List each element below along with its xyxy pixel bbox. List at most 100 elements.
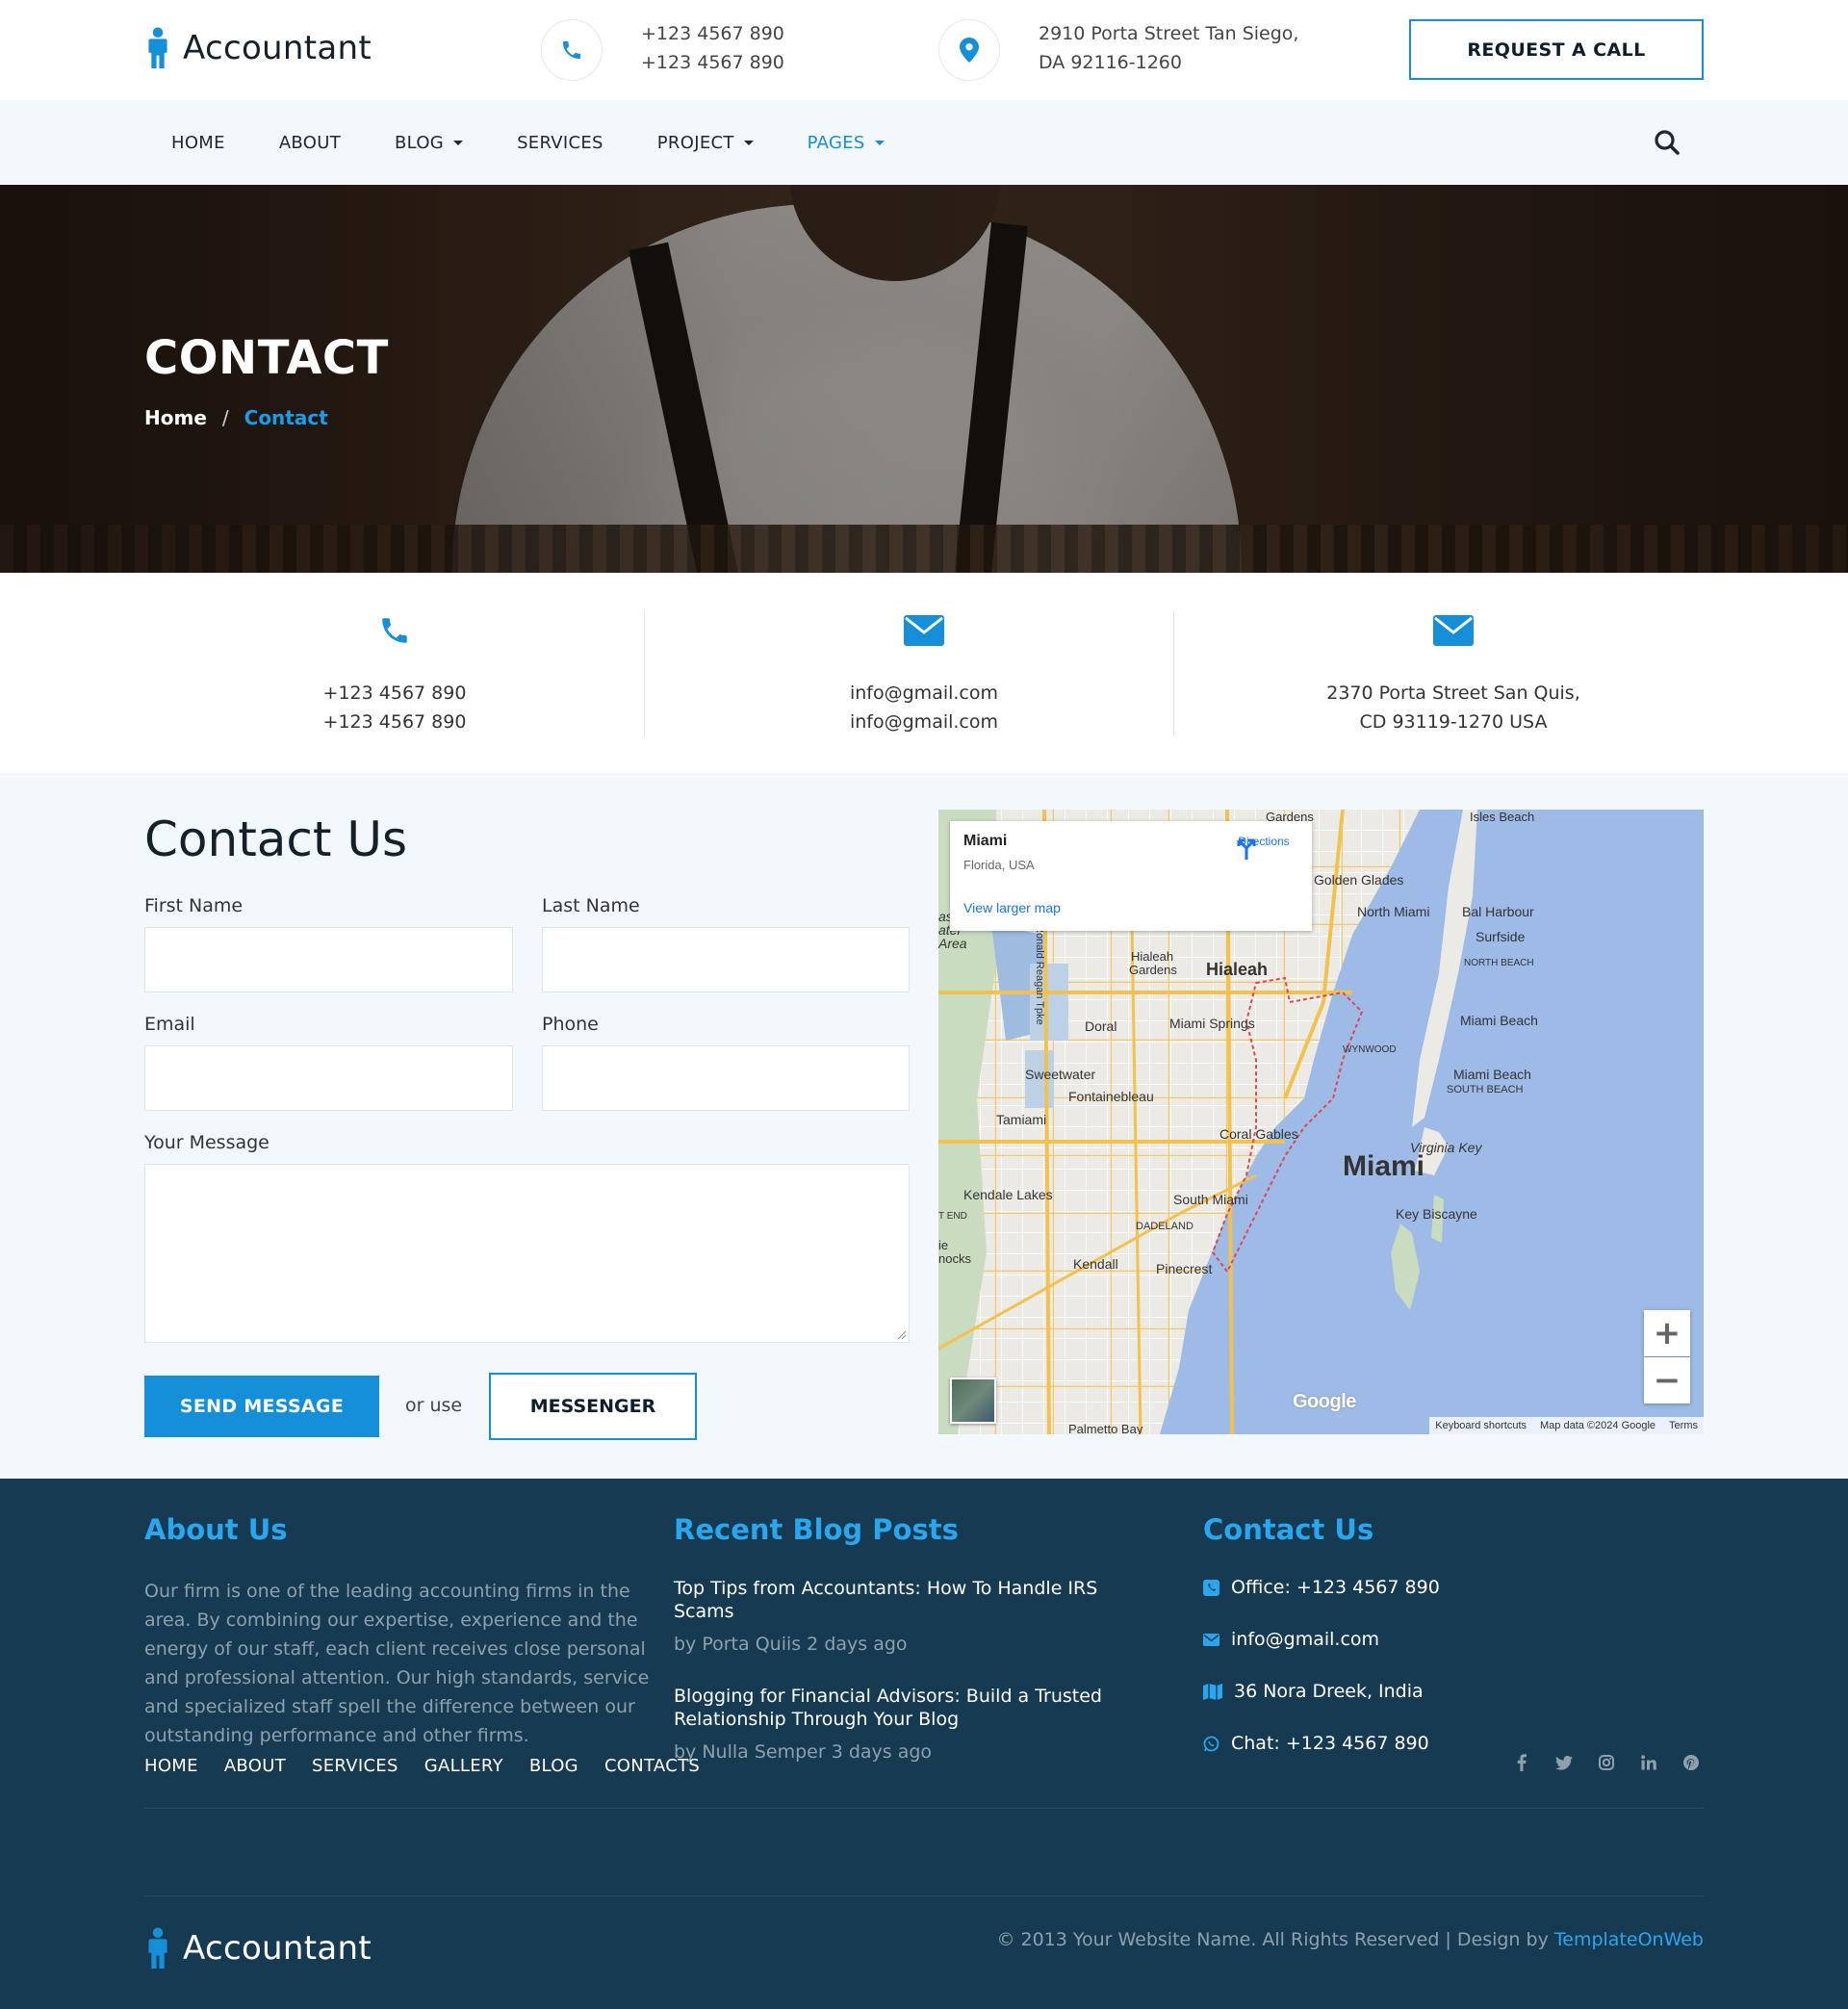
map-label-pinecrest: Pinecrest [1156,1261,1212,1276]
map-pin-icon [960,38,979,63]
footer-divider [144,1895,1704,1896]
site-footer: About Us Our firm is one of the leading … [0,1479,1848,2009]
contact-section: Contact Us First Name Last Name Email Ph… [0,773,1848,1479]
map-label-miami-beach: Miami Beach [1460,1013,1538,1028]
map-label-miami-springs: Miami Springs [1169,1016,1255,1031]
brand-name: Accountant [183,29,372,67]
map-label-dadeland: DADELAND [1136,1221,1194,1232]
phone-label: Phone [542,1014,599,1035]
info-address-2: CD 93119-1270 USA [1359,711,1548,733]
google-logo: Google [1293,1391,1356,1412]
message-textarea[interactable] [144,1164,910,1343]
map-label-key-biscayne: Key Biscayne [1396,1206,1477,1222]
first-name-label: First Name [144,895,244,916]
footer-email-text: info@gmail.com [1231,1629,1380,1650]
map-attribution: Keyboard shortcuts Map data ©2024 Google… [1429,1417,1704,1434]
map-terms-link[interactable]: Terms [1669,1420,1698,1431]
map-label-hialeah-gardens-2: Gardens [1129,963,1177,977]
messenger-button[interactable]: MESSENGER [489,1373,697,1440]
map-zoom-in-button[interactable]: + [1644,1310,1690,1356]
first-name-field[interactable] [144,927,513,992]
blog-post-title[interactable]: Blogging for Financial Advisors: Build a… [674,1685,1136,1731]
chevron-down-icon [874,140,885,145]
nav-item-home[interactable]: HOME [144,133,252,153]
header-logo[interactable]: Accountant [144,27,372,69]
top-bar: Accountant +123 4567 890 +123 4567 890 2… [0,0,1848,100]
resize-handle-icon[interactable] [897,1330,907,1340]
blog-post-title[interactable]: Top Tips from Accountants: How To Handle… [674,1577,1136,1623]
map-label-golden-glades: Golden Glades [1314,872,1403,888]
last-name-field[interactable] [542,927,910,992]
footer-nav-home[interactable]: HOME [144,1756,198,1776]
map-label-t-end: T END [938,1211,967,1222]
instagram-icon[interactable] [1598,1752,1615,1773]
or-use-text: or use [405,1395,463,1416]
footer-office-text: Office: +123 4567 890 [1231,1577,1440,1598]
info-email-1: info@gmail.com [849,683,999,704]
email-field[interactable] [144,1045,513,1111]
header-phone-2: +123 4567 890 [641,52,784,73]
breadcrumb-current: Contact [244,406,328,429]
footer-nav-services[interactable]: SERVICES [312,1756,398,1776]
footer-nav-gallery[interactable]: GALLERY [424,1756,503,1776]
map-satellite-toggle[interactable] [950,1378,996,1424]
send-message-button[interactable]: SEND MESSAGE [144,1376,379,1437]
map-label-isles-beach: Isles Beach [1470,810,1534,824]
map-label-miami-beach-south: Miami Beach [1453,1067,1531,1082]
nav-label: HOME [171,132,225,153]
info-phone-1: +123 4567 890 [322,683,467,704]
footer-contact-title: Contact Us [1203,1513,1374,1546]
map-label-south-beach: SOUTH BEACH [1447,1084,1524,1095]
map-label-north-miami: North Miami [1357,904,1429,919]
divider [1173,611,1174,736]
info-phone: +123 4567 890 +123 4567 890 [130,611,659,734]
nav-label: ABOUT [278,132,341,153]
phone-field[interactable] [542,1045,910,1111]
map-icon [1203,1683,1222,1700]
facebook-icon[interactable] [1513,1752,1530,1773]
twitter-icon[interactable] [1555,1752,1573,1773]
nav-item-about[interactable]: ABOUT [252,133,368,153]
footer-logo[interactable]: Accountant [144,1927,372,1970]
header-address-2: DA 92116-1260 [1039,52,1182,73]
keyboard-shortcuts-link[interactable]: Keyboard shortcuts [1435,1420,1527,1431]
pinterest-icon[interactable] [1682,1752,1700,1773]
blog-post-meta: by Porta Quiis 2 days ago [674,1634,908,1655]
view-larger-map-link[interactable]: View larger map [963,900,1061,915]
map-place-region: Florida, USA [963,858,1035,872]
nav-item-services[interactable]: SERVICES [490,133,630,153]
embedded-map[interactable]: Miami Hialeah Hialeah Gardens Doral Miam… [938,810,1704,1434]
whatsapp-icon [1203,1736,1219,1751]
map-label-wynwood: WYNWOOD [1343,1044,1397,1055]
footer-nav-about[interactable]: ABOUT [224,1756,286,1776]
map-zoom-out-button[interactable]: − [1644,1357,1690,1404]
directions-icon [1237,838,1256,860]
copyright: © 2013 Your Website Name. All Rights Res… [996,1929,1704,1950]
phone-icon [382,618,407,643]
contact-info-strip: +123 4567 890 +123 4567 890 info@gmail.c… [0,573,1848,773]
designer-link[interactable]: TemplateOnWeb [1554,1929,1704,1950]
nav-item-project[interactable]: PROJECT [630,133,781,153]
footer-nav-blog[interactable]: BLOG [529,1756,578,1776]
map-label-kendale-lakes: Kendale Lakes [963,1187,1053,1202]
contact-form-title: Contact Us [144,811,408,867]
breadcrumb-home-link[interactable]: Home [144,406,207,429]
nav-item-pages[interactable]: PAGES [781,133,911,153]
nav-item-blog[interactable]: BLOG [368,133,490,153]
email-label: Email [144,1014,195,1035]
search-icon[interactable] [1652,127,1682,158]
footer-chat: Chat: +123 4567 890 [1203,1733,1429,1754]
envelope-icon [1433,615,1474,646]
map-data-text: Map data ©2024 Google [1540,1420,1656,1431]
main-nav: HOME ABOUT BLOG SERVICES PROJECT PAGES [0,100,1848,185]
chevron-down-icon [453,140,464,145]
map-label-bal-harbour: Bal Harbour [1462,904,1534,919]
request-call-button[interactable]: REQUEST A CALL [1409,19,1704,80]
social-links [1513,1752,1700,1773]
map-label-sweetwater: Sweetwater [1025,1067,1095,1082]
directions-button[interactable]: Directions [1235,835,1293,860]
linkedin-icon[interactable] [1640,1752,1657,1773]
page-hero: CONTACT Home / Contact [0,185,1848,573]
footer-email: info@gmail.com [1203,1629,1379,1650]
footer-nav-contacts[interactable]: CONTACTS [604,1756,700,1776]
